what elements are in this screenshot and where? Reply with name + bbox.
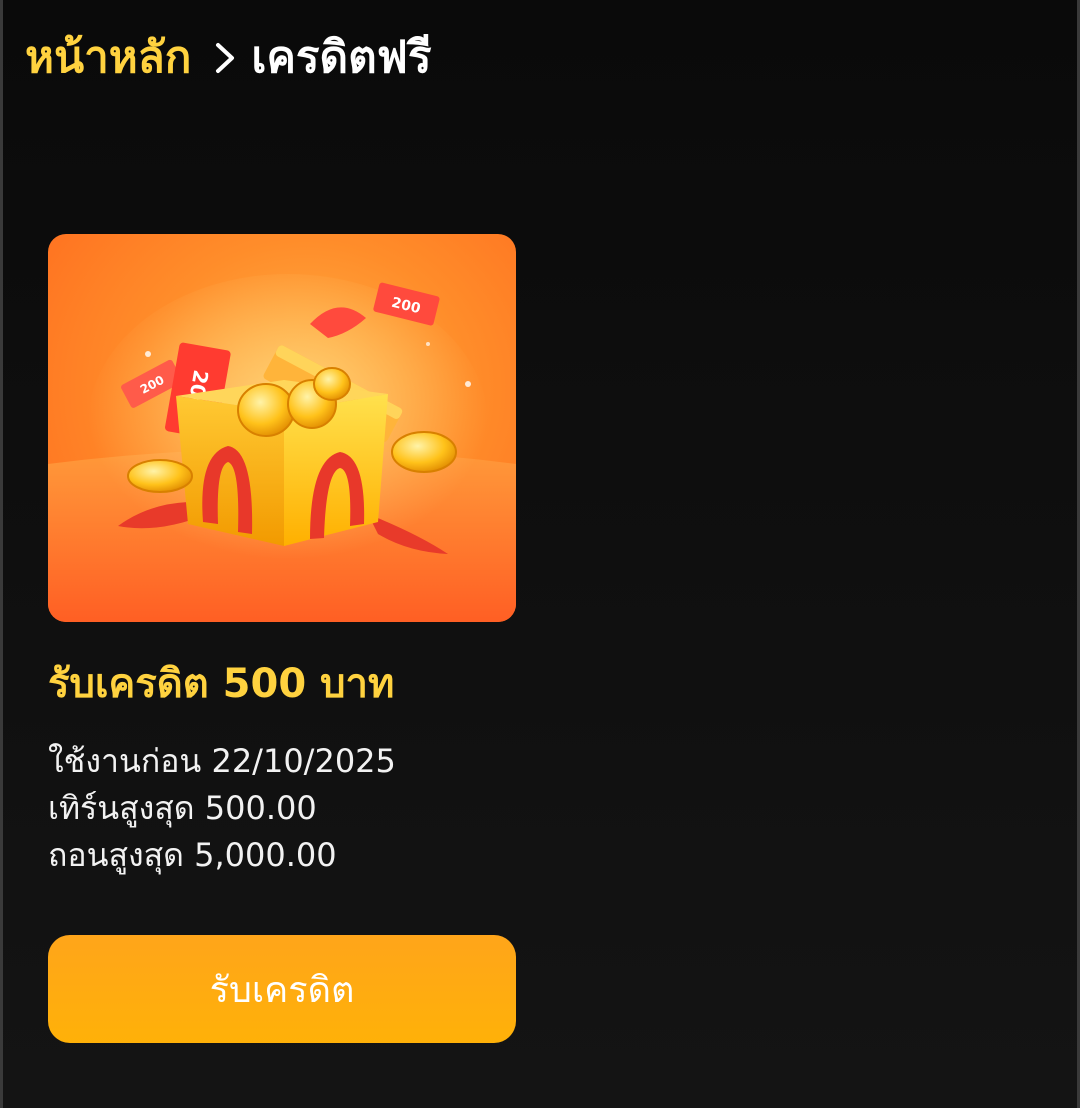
breadcrumb-current-page: เครดิตฟรี — [251, 32, 432, 83]
promo-card: 200 200 200 รับเครดิต 500 บาท ใช้งานก่อน… — [48, 234, 516, 1043]
claim-credit-button[interactable]: รับเครดิต — [48, 935, 516, 1043]
max-turnover-text: เทิร์นสูงสุด 500.00 — [48, 789, 317, 827]
max-withdraw-text: ถอนสูงสุด 5,000.00 — [48, 836, 337, 874]
promo-details: ใช้งานก่อน 22/10/2025 เทิร์นสูงสุด 500.0… — [48, 738, 516, 879]
gift-box-illustration: 200 200 200 — [48, 234, 516, 622]
breadcrumb: หน้าหลัก เครดิตฟรี — [25, 26, 431, 90]
chevron-right-icon — [205, 26, 245, 90]
expiry-date-text: ใช้งานก่อน 22/10/2025 — [48, 742, 396, 780]
breadcrumb-home-link[interactable]: หน้าหลัก — [25, 26, 191, 90]
promo-title: รับเครดิต 500 บาท — [48, 661, 395, 707]
